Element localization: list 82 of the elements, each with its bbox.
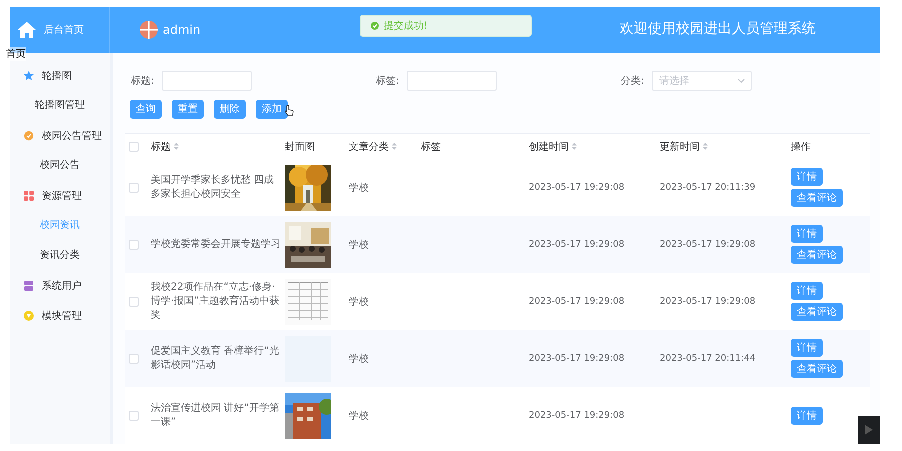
row-button[interactable]: 详情 <box>791 168 823 186</box>
column-header: 操作 <box>790 140 812 154</box>
star-icon <box>24 71 34 81</box>
sort-icon[interactable] <box>392 143 397 150</box>
row-button[interactable]: 详情 <box>791 339 823 357</box>
row-button[interactable]: 查看评论 <box>791 246 843 264</box>
user-name: admin <box>163 23 201 37</box>
menu-group[interactable]: 资源管理 <box>10 181 110 211</box>
table-cell-text: 学校 <box>349 352 369 366</box>
filter-label: 标题: <box>131 74 154 88</box>
checkbox[interactable] <box>129 354 139 364</box>
table-cell-text: 学校 <box>349 182 369 194</box>
action-button[interactable]: 添加 <box>256 100 288 118</box>
table-cell: 2023-05-17 19:29:08 <box>529 182 625 192</box>
table-cell-text: 学校 <box>349 410 369 422</box>
menu-item[interactable]: 校园资讯 <box>10 211 110 241</box>
check-icon <box>371 22 379 30</box>
table-cell: 2023-05-17 19:29:08 <box>529 410 625 420</box>
menu-item[interactable]: 资讯分类 <box>10 241 110 271</box>
select-field[interactable]: 请选择 <box>652 71 752 91</box>
menu-group[interactable]: 系统用户 <box>10 271 110 301</box>
table-cell-text: 法治宣传进校园 讲好“开学第一课” <box>151 402 280 430</box>
menu-group[interactable]: 轮播图 <box>10 61 110 91</box>
table-cell: 2023-05-17 19:29:08 <box>660 296 756 306</box>
column-header: 标签 <box>420 140 442 154</box>
select-placeholder: 请选择 <box>659 74 690 88</box>
menu-item[interactable]: 轮播图管理 <box>10 91 110 121</box>
column-header[interactable]: 更新时间 <box>656 134 710 159</box>
row-button[interactable]: 查看评论 <box>791 360 843 378</box>
checkbox[interactable] <box>129 142 139 152</box>
table-cell: 学校党委常委会开展专题学习 <box>151 238 281 252</box>
filter-label: 分类: <box>621 74 644 88</box>
table-cell: 2023-05-17 19:29:08 <box>660 240 756 250</box>
drawer-icon <box>24 281 34 291</box>
table-cell: 2023-05-17 20:11:39 <box>660 182 756 192</box>
avatar-icon <box>140 21 158 39</box>
table-cell: 2023-05-17 19:29:08 <box>529 296 625 306</box>
column-header[interactable]: 标题 <box>147 134 181 159</box>
badge-icon <box>24 131 34 141</box>
home-link[interactable]: 后台首页 <box>44 23 84 37</box>
checkbox[interactable] <box>129 182 139 192</box>
input-field[interactable] <box>407 71 498 91</box>
page-label: 首页 <box>6 47 26 61</box>
column-header[interactable]: 文章分类 <box>345 134 399 159</box>
sort-icon[interactable] <box>572 143 577 150</box>
grid-icon <box>24 191 34 201</box>
menu-group[interactable]: 模块管理 <box>10 301 110 331</box>
table-cell-text: 我校22项作品在“立志·修身·博学·报国”主题教育活动中获奖 <box>151 280 280 322</box>
action-button[interactable]: 删除 <box>214 100 246 118</box>
checkbox[interactable] <box>129 410 139 420</box>
table-cell-text: 学校 <box>349 238 369 252</box>
filter-label: 标签: <box>376 74 400 88</box>
menu-group[interactable]: 校园公告管理 <box>10 121 110 151</box>
home-icon[interactable] <box>18 22 36 38</box>
column-header[interactable]: 创建时间 <box>525 134 579 159</box>
column-header: 封面图 <box>284 140 316 154</box>
row-button[interactable]: 查看评论 <box>791 303 843 321</box>
table-cell: 2023-05-17 20:11:44 <box>660 354 756 364</box>
hand-cursor-icon <box>285 104 294 116</box>
video-button[interactable] <box>858 416 880 444</box>
play-icon <box>865 425 873 435</box>
input-field[interactable] <box>162 71 252 91</box>
row-button[interactable]: 详情 <box>791 406 823 424</box>
table-cell-text: 学校 <box>349 296 369 308</box>
table-cell-text: 美国开学季家长多忧愁 四成多家长担心校园安全 <box>151 174 276 202</box>
table-cell: 2023-05-17 19:29:08 <box>529 354 625 364</box>
checkbox[interactable] <box>129 240 139 250</box>
checkbox[interactable] <box>129 296 139 306</box>
action-button[interactable]: 重置 <box>172 100 204 118</box>
row-button[interactable]: 详情 <box>791 225 823 243</box>
table-cell-text: 促爱国主义教育 香樟举行“光影话校园”活动 <box>151 344 280 372</box>
row-button[interactable]: 详情 <box>791 282 823 300</box>
table-cell: 2023-05-17 19:29:08 <box>529 240 625 250</box>
sort-icon[interactable] <box>174 143 179 150</box>
chevron-down-icon <box>738 79 746 83</box>
menu-item[interactable]: 校园公告 <box>10 151 110 181</box>
row-button[interactable]: 查看评论 <box>791 189 843 207</box>
toast-message: 提交成功! <box>384 20 428 33</box>
sort-icon[interactable] <box>703 143 708 150</box>
shield-icon <box>24 311 34 321</box>
action-button[interactable]: 查询 <box>130 100 162 118</box>
app-title: 欢迎使用校园进出人员管理系统 <box>620 20 816 38</box>
